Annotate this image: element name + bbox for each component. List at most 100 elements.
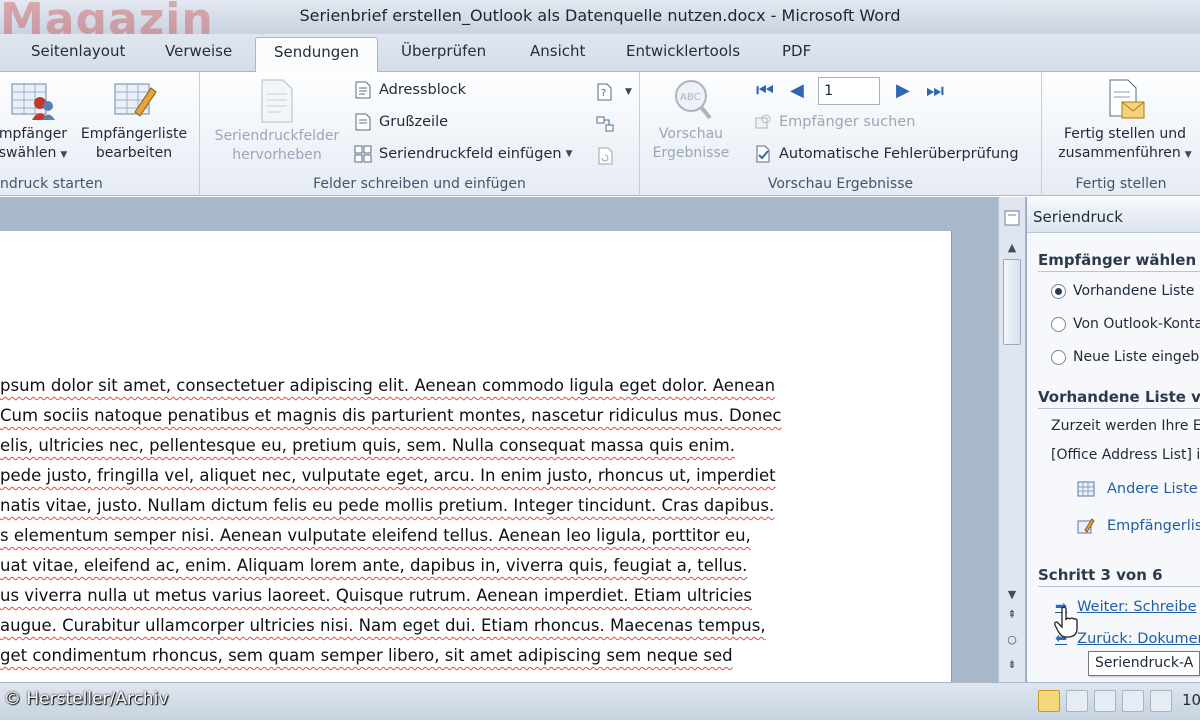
tab-entwicklertools[interactable]: Entwicklertools bbox=[626, 42, 740, 60]
document-line: s elementum semper nisi. Aenean vulputat… bbox=[0, 526, 751, 545]
record-number-input[interactable]: 1 bbox=[818, 77, 880, 105]
next-record-button[interactable]: ▶ bbox=[896, 78, 910, 102]
previous-record-icon: ◀ bbox=[790, 79, 804, 101]
previous-step-label: Zurück: Dokumen bbox=[1077, 631, 1200, 647]
auto-check-label: Automatische Fehlerüberprüfung bbox=[779, 146, 1019, 162]
edit-list-label-2: bearbeiten bbox=[95, 145, 173, 161]
scroll-up-icon[interactable]: ▲ bbox=[999, 241, 1025, 254]
scroll-down-icon[interactable]: ▼ bbox=[999, 588, 1025, 601]
print-layout-view-icon[interactable] bbox=[1038, 690, 1060, 712]
edit-recipient-list-button[interactable]: Empfängerliste bearbeiten bbox=[78, 78, 190, 163]
edit-list-icon bbox=[1077, 518, 1095, 534]
window-title: Serienbrief erstellen_Outlook als Datenq… bbox=[299, 6, 901, 25]
select-other-list-label: Andere Liste bbox=[1107, 481, 1198, 497]
auto-check-errors-button[interactable]: Automatische Fehlerüberprüfung bbox=[754, 142, 1019, 166]
tab-ueberpruefen[interactable]: Überprüfen bbox=[401, 42, 486, 60]
select-other-list-link[interactable]: Andere Liste bbox=[1077, 480, 1198, 498]
outline-view-icon[interactable] bbox=[1122, 690, 1144, 712]
ruler-toggle-icon[interactable] bbox=[1003, 209, 1021, 227]
full-screen-reading-icon[interactable] bbox=[1066, 690, 1088, 712]
document-icon bbox=[261, 79, 293, 123]
finish-merge-button[interactable]: Fertig stellen und zusammenführen ▼ bbox=[1050, 78, 1200, 165]
option-existing-label: Vorhandene Liste bbox=[1073, 283, 1195, 299]
vertical-scrollbar[interactable]: ▲ ▼ ⇞ ○ ⇟ bbox=[998, 197, 1025, 682]
document-line: elis, ultricies nec, pellentesque eu, pr… bbox=[0, 436, 735, 455]
select-recipients-button[interactable]: mpfänger swählen ▼ bbox=[0, 78, 72, 165]
group-seriendruck-starten: mpfänger swählen ▼ Empfängerliste bearbei… bbox=[0, 72, 200, 196]
option-existing-list[interactable]: Vorhandene Liste bbox=[1051, 283, 1194, 299]
document-line: psum dolor sit amet, consectetuer adipis… bbox=[0, 376, 776, 395]
greeting-line-button[interactable]: Grußzeile bbox=[354, 110, 448, 134]
first-record-button[interactable]: ⏮ bbox=[756, 78, 774, 102]
preview-label-1: Vorschau bbox=[658, 126, 724, 142]
option-new-list[interactable]: Neue Liste eingebe bbox=[1051, 349, 1200, 365]
edit-recipient-list-link[interactable]: Empfängerlist bbox=[1077, 517, 1200, 535]
last-record-icon: ⏭ bbox=[926, 78, 944, 102]
section-choose-recipients: Empfänger wählen bbox=[1038, 251, 1197, 269]
option-new-label: Neue Liste eingebe bbox=[1073, 349, 1200, 365]
next-page-icon[interactable]: ⇟ bbox=[999, 658, 1025, 671]
preview-icon: ABC bbox=[675, 80, 712, 120]
edit-list-label-1: Empfängerliste bbox=[80, 126, 188, 142]
next-step-label: Weiter: Schreibe bbox=[1077, 599, 1197, 615]
previous-record-button[interactable]: ◀ bbox=[790, 78, 804, 102]
finish-merge-icon bbox=[1109, 79, 1145, 119]
last-record-button[interactable]: ⏭ bbox=[926, 78, 944, 102]
group-fertig-stellen: Fertig stellen und zusammenführen ▼ Ferti… bbox=[1042, 72, 1200, 196]
radio-selected-icon[interactable] bbox=[1051, 283, 1066, 299]
chevron-down-icon: ▼ bbox=[565, 149, 573, 159]
address-block-button[interactable]: Adressblock bbox=[354, 78, 466, 102]
preview-label-2: Ergebnisse bbox=[652, 145, 730, 161]
match-fields-button[interactable] bbox=[596, 112, 621, 136]
image-credit: © Hersteller/Archiv bbox=[4, 689, 169, 709]
info-line-2: [Office Address List] i bbox=[1051, 447, 1200, 463]
match-fields-icon bbox=[596, 116, 614, 132]
update-labels-button[interactable] bbox=[596, 144, 621, 168]
mail-merge-pane: Seriendruck Empfänger wählen Vorhandene … bbox=[1026, 197, 1200, 682]
find-recipient-button[interactable]: Empfänger suchen bbox=[754, 110, 915, 134]
document-page[interactable]: psum dolor sit amet, consectetuer adipis… bbox=[0, 231, 952, 682]
tab-verweise[interactable]: Verweise bbox=[165, 42, 232, 60]
chevron-down-icon: ▼ bbox=[60, 150, 68, 160]
record-number-value: 1 bbox=[824, 83, 834, 99]
table-icon bbox=[1077, 481, 1095, 497]
section-use-existing: Vorhandene Liste ve bbox=[1038, 388, 1200, 406]
select-recipients-label-1: mpfänger bbox=[0, 126, 68, 142]
browse-object-icon[interactable]: ○ bbox=[999, 633, 1025, 646]
document-line: get condimentum rhoncus, sem quam semper… bbox=[0, 646, 733, 665]
preview-results-button[interactable]: ABC Vorschau Ergebnisse bbox=[648, 78, 734, 163]
scrollbar-thumb[interactable] bbox=[1003, 259, 1021, 345]
greeting-line-label: Grußzeile bbox=[379, 114, 449, 130]
recipients-icon bbox=[11, 83, 55, 120]
highlight-fields-button[interactable]: Seriendruckfelder hervorheben bbox=[204, 78, 350, 165]
hand-cursor-icon bbox=[1054, 606, 1078, 638]
divider bbox=[1038, 586, 1200, 587]
tab-sendungen[interactable]: Sendungen bbox=[255, 37, 379, 73]
tab-pdf[interactable]: PDF bbox=[782, 42, 811, 60]
option-outlook-contacts[interactable]: Von Outlook-Konta bbox=[1051, 316, 1200, 332]
zoom-level[interactable]: 10 bbox=[1182, 691, 1200, 709]
rules-button[interactable]: ? ▼ bbox=[596, 80, 632, 104]
rules-icon: ? bbox=[597, 83, 612, 101]
tab-seitenlayout[interactable]: Seitenlayout bbox=[31, 42, 125, 60]
draft-view-icon[interactable] bbox=[1150, 690, 1172, 712]
title-bar: Magazin Serienbrief erstellen_Outlook al… bbox=[0, 0, 1200, 45]
first-record-icon: ⏮ bbox=[756, 78, 774, 102]
divider bbox=[1038, 408, 1200, 409]
radio-icon[interactable] bbox=[1051, 316, 1066, 332]
group-vorschau: ABC Vorschau Ergebnisse ⏮ ◀ 1 ▶ ⏭ Empfän… bbox=[640, 72, 1042, 196]
edit-recipient-list-label: Empfängerlist bbox=[1107, 518, 1200, 534]
web-layout-icon[interactable] bbox=[1094, 690, 1116, 712]
select-recipients-label-2: swählen bbox=[0, 145, 57, 161]
highlight-label-2: hervorheben bbox=[232, 147, 322, 163]
radio-icon[interactable] bbox=[1051, 349, 1066, 365]
divider bbox=[1038, 271, 1200, 272]
highlight-label-1: Seriendruckfelder bbox=[214, 128, 340, 144]
tab-ansicht[interactable]: Ansicht bbox=[530, 42, 585, 60]
group-label-start: ndruck starten bbox=[0, 176, 103, 192]
document-body[interactable]: psum dolor sit amet, consectetuer adipis… bbox=[0, 371, 940, 671]
next-record-icon: ▶ bbox=[896, 79, 910, 101]
step-indicator: Schritt 3 von 6 bbox=[1038, 566, 1163, 584]
previous-page-icon[interactable]: ⇞ bbox=[999, 608, 1025, 621]
insert-merge-field-button[interactable]: Seriendruckfeld einfügen ▼ bbox=[354, 142, 573, 166]
